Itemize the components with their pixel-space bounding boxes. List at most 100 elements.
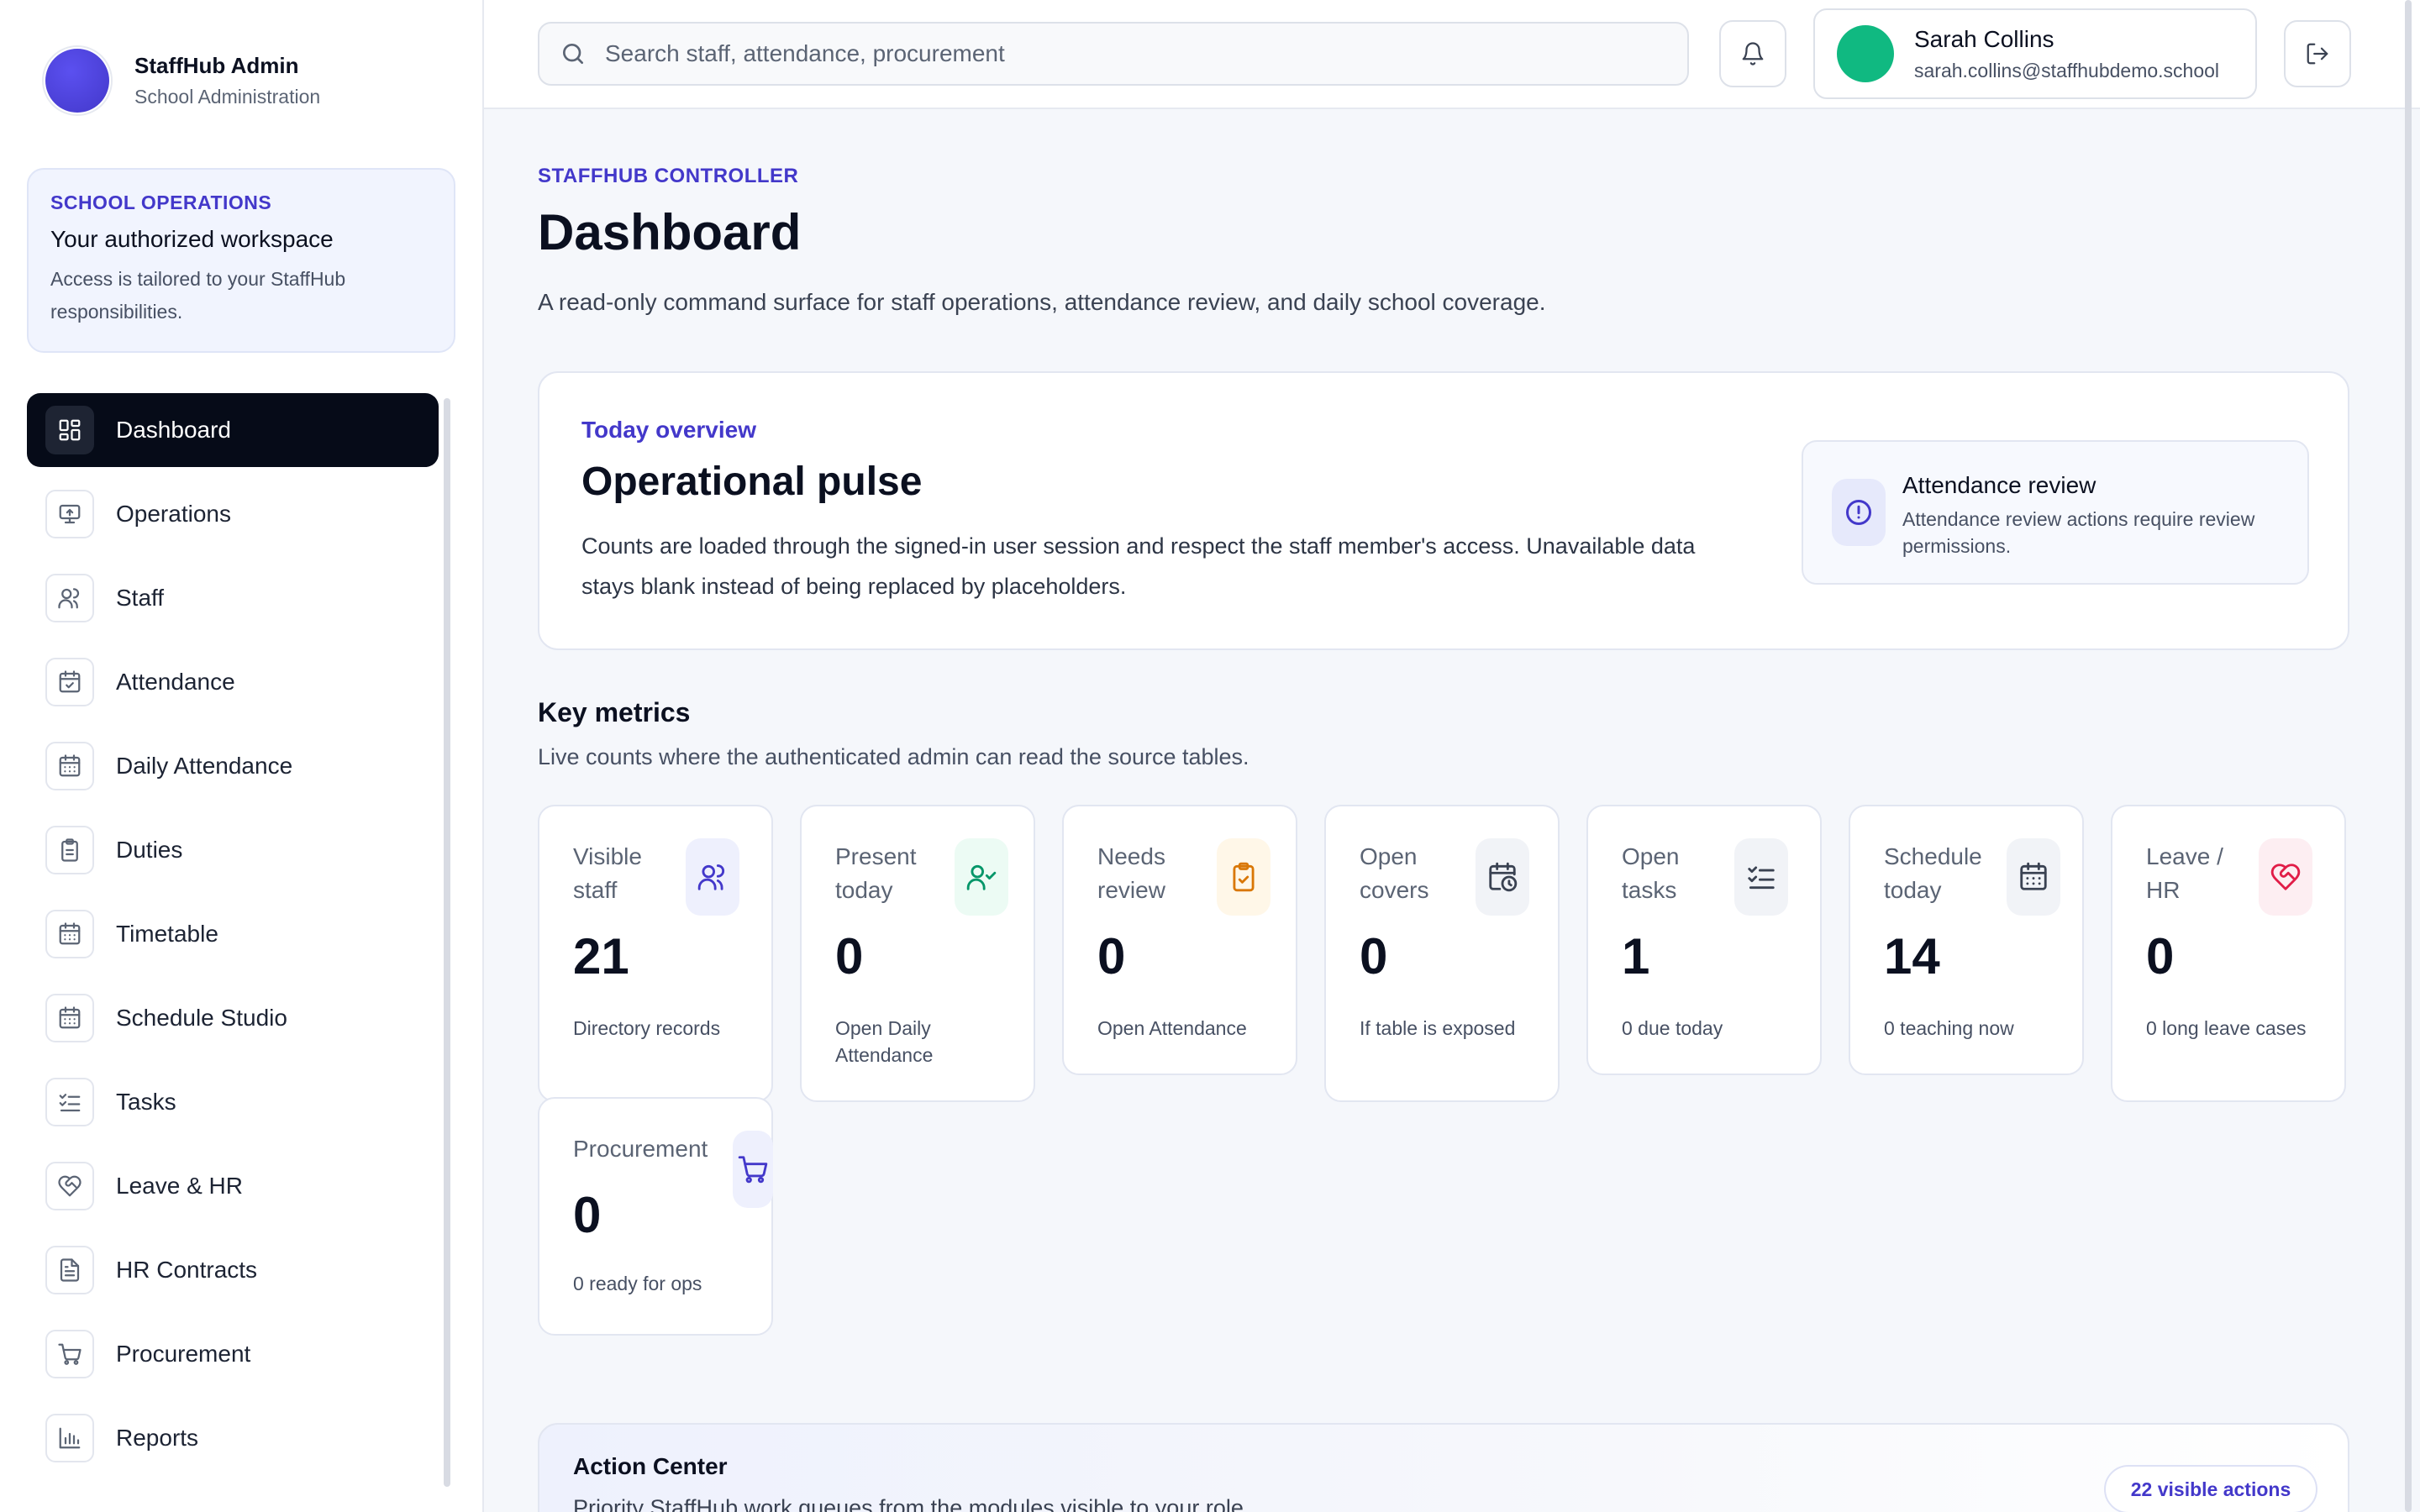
sidebar-item-duties[interactable]: Duties	[27, 813, 439, 887]
overview-description: Counts are loaded through the signed-in …	[581, 533, 1696, 599]
sidebar-item-label: Staff	[116, 585, 165, 611]
metric-card-schedule-today[interactable]: Schedule today 14 0 teaching now	[1849, 805, 2084, 1075]
metric-label: Schedule today	[1884, 843, 1982, 903]
brand[interactable]: StaffHub Admin School Administration	[42, 45, 320, 116]
monitor-icon	[45, 490, 94, 538]
metric-card-procurement[interactable]: Procurement 0 0 ready for ops	[538, 1097, 773, 1336]
logout-button[interactable]	[2284, 20, 2351, 87]
sidebar-item-timetable[interactable]: Timetable	[27, 897, 439, 971]
user-name: Sarah Collins	[1914, 25, 2054, 52]
sidebar-item-operations[interactable]: Operations	[27, 477, 439, 551]
key-metrics-subtitle: Live counts where the authenticated admi…	[538, 744, 1249, 769]
workspace-description: Access is tailored to your StaffHub resp…	[50, 268, 346, 323]
key-metrics-title: Key metrics	[538, 697, 691, 727]
metric-subtext: 0 long leave cases	[2146, 1017, 2307, 1039]
action-center-subtitle: Priority StaffHub work queues from the m…	[573, 1495, 1250, 1512]
sidebar-item-reports[interactable]: Reports	[27, 1401, 439, 1475]
sidebar-item-leave-hr[interactable]: Leave & HR	[27, 1149, 439, 1223]
action-center: Action Center Priority StaffHub work que…	[538, 1423, 2349, 1512]
sidebar-item-label: Reports	[116, 1425, 199, 1451]
search-icon	[560, 40, 587, 67]
dashboard-icon	[45, 406, 94, 454]
metric-subtext: Open Daily Attendance	[835, 1017, 934, 1066]
metric-card-open-covers[interactable]: Open covers 0 If table is exposed	[1324, 805, 1560, 1102]
brand-title: StaffHub Admin	[134, 53, 299, 78]
sidebar-scrollbar[interactable]	[444, 398, 450, 1487]
overview-eyebrow: Today overview	[581, 417, 757, 443]
metric-label: Procurement	[573, 1136, 708, 1162]
sidebar-item-label: Leave & HR	[116, 1173, 243, 1199]
workspace-card: SCHOOL OPERATIONS Your authorized worksp…	[27, 168, 455, 353]
sidebar-item-hr-contracts[interactable]: HR Contracts	[27, 1233, 439, 1307]
notifications-button[interactable]	[1719, 20, 1786, 87]
calendar-icon	[2007, 838, 2060, 916]
metric-card-open-tasks[interactable]: Open tasks 1 0 due today	[1586, 805, 1822, 1075]
metric-value: 14	[1884, 928, 1940, 984]
metric-value: 1	[1622, 928, 1650, 984]
page-description: A read-only command surface for staff op…	[538, 289, 1546, 315]
sidebar-item-schedule-studio[interactable]: Schedule Studio	[27, 981, 439, 1055]
checklist-icon	[1734, 838, 1788, 916]
metric-label: Needs review	[1097, 843, 1165, 903]
overview-card: Today overview Operational pulse Counts …	[538, 371, 2349, 650]
sidebar: StaffHub Admin School Administration SCH…	[0, 0, 484, 1512]
sidebar-item-label: HR Contracts	[116, 1257, 258, 1283]
sidebar-nav: Dashboard Operations Staff Attendance Daily …	[27, 393, 439, 1485]
attendance-review-title: Attendance review	[1902, 472, 2096, 498]
heart-handshake-icon	[45, 1162, 94, 1210]
calendar-icon	[45, 742, 94, 790]
sidebar-item-daily-attendance[interactable]: Daily Attendance	[27, 729, 439, 803]
metric-value: 21	[573, 928, 629, 984]
sidebar-item-label: Daily Attendance	[116, 753, 293, 779]
bell-icon	[1740, 41, 1765, 66]
visible-actions-badge[interactable]: 22 visible actions	[2104, 1465, 2317, 1512]
metric-label: Open covers	[1360, 843, 1429, 903]
metric-label: Visible staff	[573, 843, 642, 903]
metric-subtext: 0 due today	[1622, 1017, 1723, 1039]
sidebar-item-staff[interactable]: Staff	[27, 561, 439, 635]
calendar-icon	[45, 910, 94, 958]
attendance-review-card[interactable]: Attendance review Attendance review acti…	[1802, 440, 2309, 585]
user-menu[interactable]: Sarah Collins sarah.collins@staffhubdemo…	[1813, 8, 2257, 99]
sidebar-item-label: Duties	[116, 837, 183, 863]
metric-value: 0	[835, 928, 864, 984]
topbar: Sarah Collins sarah.collins@staffhubdemo…	[484, 0, 2420, 109]
calendar-icon	[45, 994, 94, 1042]
attendance-review-description: Attendance review actions require review…	[1902, 508, 2255, 557]
metric-subtext: Directory records	[573, 1017, 721, 1039]
clipboard-check-icon	[1217, 838, 1270, 916]
sidebar-item-tasks[interactable]: Tasks	[27, 1065, 439, 1139]
search-input[interactable]	[605, 40, 1613, 67]
heart-handshake-icon	[2259, 838, 2312, 916]
logout-icon	[2305, 41, 2330, 66]
overview-title: Operational pulse	[581, 459, 923, 504]
action-center-title: Action Center	[573, 1453, 728, 1479]
cart-icon	[45, 1330, 94, 1378]
metric-card-visible-staff[interactable]: Visible staff 21 Directory records	[538, 805, 773, 1102]
app: StaffHub Admin School Administration SCH…	[0, 0, 2420, 1512]
sidebar-item-label: Procurement	[116, 1341, 251, 1367]
brand-subtitle: School Administration	[134, 86, 321, 108]
metric-label: Leave / HR	[2146, 843, 2223, 903]
metric-card-leave-hr[interactable]: Leave / HR 0 0 long leave cases	[2111, 805, 2346, 1102]
sidebar-item-attendance[interactable]: Attendance	[27, 645, 439, 719]
user-check-icon	[955, 838, 1008, 916]
sidebar-item-label: Attendance	[116, 669, 235, 695]
sidebar-item-label: Operations	[116, 501, 231, 527]
calendar-check-icon	[45, 658, 94, 706]
user-email: sarah.collins@staffhubdemo.school	[1914, 59, 2220, 81]
metric-subtext: 0 ready for ops	[573, 1273, 702, 1294]
bar-chart-icon	[45, 1414, 94, 1462]
metric-card-needs-review[interactable]: Needs review 0 Open Attendance	[1062, 805, 1297, 1075]
clipboard-icon	[45, 826, 94, 874]
sidebar-item-dashboard[interactable]: Dashboard	[27, 393, 439, 467]
search-box[interactable]	[538, 22, 1689, 86]
metric-card-present-today[interactable]: Present today 0 Open Daily Attendance	[800, 805, 1035, 1102]
page-title: Dashboard	[538, 204, 802, 260]
workspace-title: Your authorized workspace	[50, 226, 334, 252]
users-icon	[686, 838, 739, 916]
page-scrollbar[interactable]	[2405, 0, 2412, 1512]
metric-value: 0	[1097, 928, 1126, 984]
metric-subtext: 0 teaching now	[1884, 1017, 2014, 1039]
sidebar-item-procurement[interactable]: Procurement	[27, 1317, 439, 1391]
